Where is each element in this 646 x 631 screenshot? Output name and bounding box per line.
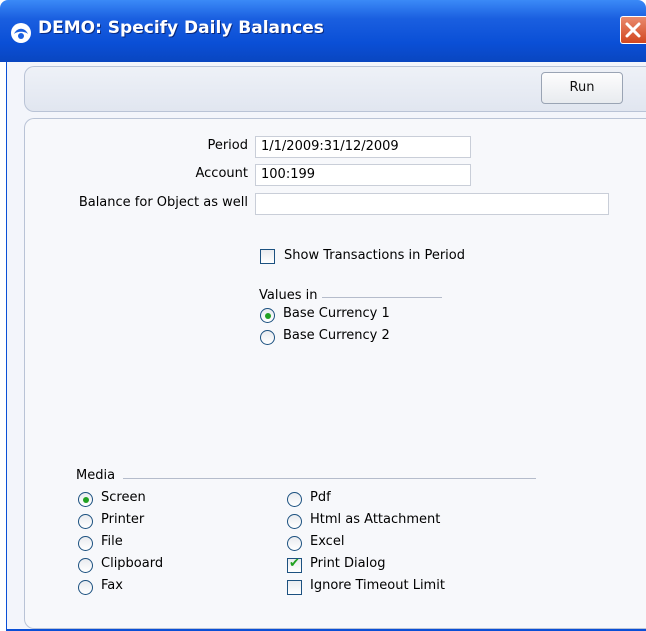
ignore-timeout-label: Ignore Timeout Limit	[310, 578, 445, 593]
media-heading: Media	[76, 468, 116, 483]
account-label: Account	[195, 166, 249, 181]
print-dialog-label: Print Dialog	[310, 556, 386, 571]
values-in-heading: Values in	[259, 288, 318, 303]
close-button[interactable]	[620, 16, 646, 44]
media-pdf-label: Pdf	[310, 490, 331, 505]
title-bar[interactable]: DEMO: Specify Daily Balances	[0, 0, 646, 62]
close-icon	[625, 22, 641, 38]
media-fax-radio[interactable]	[78, 580, 93, 595]
run-button[interactable]: Run	[541, 72, 623, 104]
media-file-radio[interactable]	[78, 536, 93, 551]
show-transactions-checkbox[interactable]	[260, 249, 275, 264]
show-transactions-label: Show Transactions in Period	[284, 248, 466, 263]
media-fax-label: Fax	[101, 578, 123, 593]
media-clipboard-radio[interactable]	[78, 558, 93, 573]
window-title: DEMO: Specify Daily Balances	[38, 18, 324, 38]
balance-object-label: Balance for Object as well	[78, 195, 248, 210]
media-file-label: File	[101, 534, 123, 549]
base-currency-2-radio[interactable]	[260, 330, 275, 345]
media-excel-label: Excel	[310, 534, 345, 549]
media-divider	[123, 478, 536, 479]
account-field[interactable]: 100:199	[255, 164, 471, 186]
media-screen-label: Screen	[101, 490, 146, 505]
app-icon	[11, 23, 31, 43]
media-excel-radio[interactable]	[287, 536, 302, 551]
media-html-attachment-radio[interactable]	[287, 514, 302, 529]
period-label: Period	[207, 138, 248, 153]
print-dialog-checkbox[interactable]: ✔	[287, 556, 302, 573]
base-currency-1-label: Base Currency 1	[283, 306, 390, 321]
media-screen-radio[interactable]	[78, 492, 93, 507]
media-html-attachment-label: Html as Attachment	[310, 512, 441, 527]
base-currency-1-radio[interactable]	[260, 308, 275, 323]
checkmark-icon: ✔	[289, 556, 300, 571]
balance-object-field[interactable]	[255, 193, 609, 215]
media-pdf-radio[interactable]	[287, 492, 302, 507]
ignore-timeout-checkbox[interactable]	[287, 580, 302, 595]
base-currency-2-label: Base Currency 2	[283, 328, 390, 343]
media-printer-label: Printer	[101, 512, 145, 527]
media-clipboard-label: Clipboard	[101, 556, 164, 571]
dialog-window: DEMO: Specify Daily Balances Run Period …	[0, 0, 646, 631]
values-in-divider	[322, 297, 442, 298]
media-printer-radio[interactable]	[78, 514, 93, 529]
period-field[interactable]: 1/1/2009:31/12/2009	[255, 136, 471, 158]
